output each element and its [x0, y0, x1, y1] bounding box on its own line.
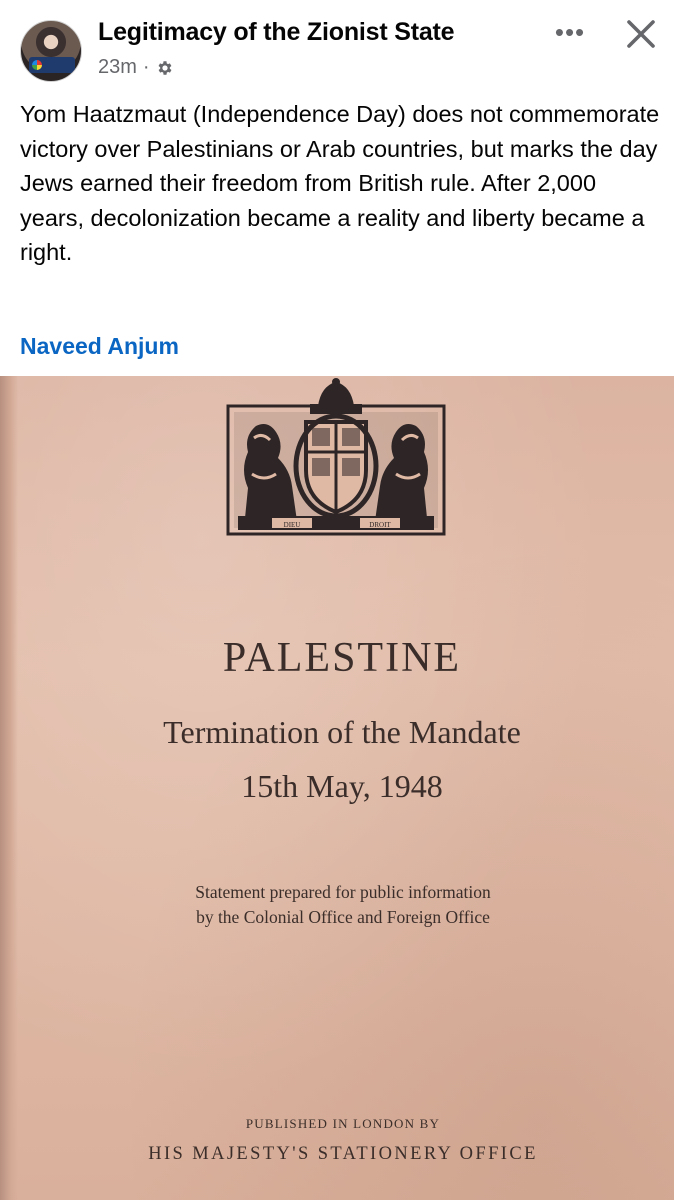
more-options-button[interactable]: ••• — [550, 19, 590, 48]
document-published-line: PUBLISHED IN LONDON BY — [245, 1116, 441, 1131]
post-timestamp[interactable]: 23m — [98, 56, 137, 79]
statement-line-1: Statement prepared for public informatio… — [195, 882, 491, 902]
group-name-link[interactable]: Legitimacy of the Zionist State — [98, 18, 455, 47]
document-statement: Statement prepared for public informatio… — [0, 880, 674, 930]
document-date: 15th May, 1948 — [241, 768, 443, 804]
document-title: PALESTINE — [222, 635, 462, 681]
document-subtitle: Termination of the Mandate — [163, 714, 521, 750]
meta-separator: · — [142, 56, 150, 78]
document-publisher: HIS MAJESTY'S STATIONERY OFFICE — [148, 1144, 538, 1164]
avatar-badge — [29, 57, 75, 73]
post-photo[interactable]: DIEU DROIT PALESTINE Termination of the … — [0, 376, 674, 1200]
post-meta: 23m · — [98, 56, 174, 79]
author-mention-link[interactable]: Naveed Anjum — [20, 333, 179, 360]
close-icon[interactable] — [624, 17, 658, 51]
post-header: Legitimacy of the Zionist State 23m · ••… — [0, 0, 674, 95]
statement-line-2: by the Colonial Office and Foreign Offic… — [196, 907, 490, 927]
motto-right-text: DROIT — [369, 521, 391, 529]
royal-coat-of-arms-emblem: DIEU DROIT — [226, 378, 446, 536]
gear-icon[interactable] — [156, 59, 174, 77]
motto-left-text: DIEU — [284, 521, 301, 529]
post-body-text: Yom Haatzmaut (Independence Day) does no… — [20, 101, 660, 265]
avatar[interactable] — [20, 20, 82, 82]
